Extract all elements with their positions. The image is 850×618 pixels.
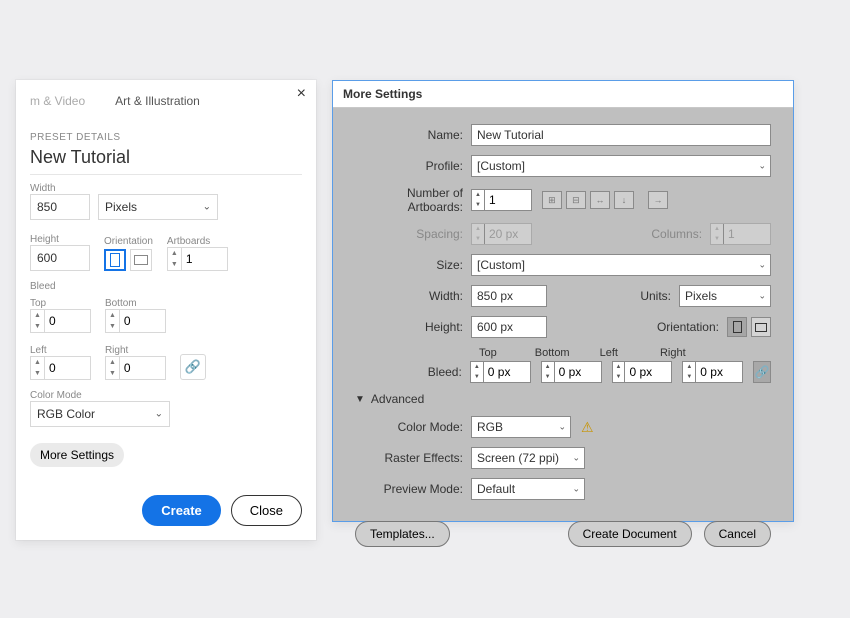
create-document-button[interactable]: Create Document xyxy=(568,521,692,547)
artboards-label: Artboards xyxy=(167,236,228,247)
grid-by-column-icon[interactable]: ⊟ xyxy=(566,191,586,209)
color-mode-select[interactable]: RGB Color ⌄ xyxy=(30,401,170,427)
chevron-down-icon: ⌄ xyxy=(572,484,580,495)
orientation-landscape-r[interactable] xyxy=(751,317,771,337)
bleed-left-label-r: Left xyxy=(600,347,618,359)
height-label-r: Height: xyxy=(355,320,471,334)
num-artboards-stepper[interactable]: ▲▼ xyxy=(471,189,532,211)
bleed-label: Bleed xyxy=(30,281,302,292)
new-document-panel: × m & Video Art & Illustration PRESET DE… xyxy=(16,80,316,540)
bleed-label-r: Bleed: xyxy=(355,365,470,379)
orientation-label: Orientation xyxy=(104,236,153,247)
bleed-bottom-r[interactable]: ▲▼ xyxy=(541,361,602,383)
chevron-down-icon: ⌄ xyxy=(758,291,766,302)
chevron-down-icon: ⌄ xyxy=(572,453,580,464)
category-tabs: m & Video Art & Illustration xyxy=(30,94,302,116)
bleed-right-stepper[interactable]: ▲▼ xyxy=(105,356,166,380)
size-label: Size: xyxy=(355,258,471,272)
link-bleed-r-icon[interactable]: 🔗 xyxy=(753,361,771,383)
width-input-r[interactable]: 850 px xyxy=(471,285,547,307)
grid-by-row-icon[interactable]: ⊞ xyxy=(542,191,562,209)
profile-select[interactable]: [Custom]⌄ xyxy=(471,155,771,177)
raster-select[interactable]: Screen (72 ppi)⌄ xyxy=(471,447,585,469)
units-select-r[interactable]: Pixels⌄ xyxy=(679,285,771,307)
preset-details-label: PRESET DETAILS xyxy=(30,132,302,143)
bleed-top-label: Top xyxy=(30,298,91,309)
warning-icon: ⚠ xyxy=(581,419,594,436)
triangle-down-icon: ▼ xyxy=(355,394,365,405)
num-artboards-label: Number of Artboards: xyxy=(355,186,471,214)
orientation-portrait-button[interactable] xyxy=(104,249,126,271)
orientation-label-r: Orientation: xyxy=(657,320,727,334)
width-label-r: Width: xyxy=(355,289,471,303)
bleed-bottom-stepper[interactable]: ▲▼ xyxy=(105,309,166,333)
height-input-r[interactable]: 600 px xyxy=(471,316,547,338)
create-button[interactable]: Create xyxy=(142,495,220,526)
bleed-left-label: Left xyxy=(30,345,91,356)
templates-button[interactable]: Templates... xyxy=(355,521,450,547)
bleed-right-r[interactable]: ▲▼ xyxy=(682,361,743,383)
more-settings-dialog: More Settings Name: New Tutorial Profile… xyxy=(332,80,794,522)
bleed-bottom-label: Bottom xyxy=(105,298,166,309)
orientation-landscape-button[interactable] xyxy=(130,249,152,271)
chevron-down-icon: ⌄ xyxy=(558,422,566,433)
bleed-right-label-r: Right xyxy=(660,347,686,359)
dialog-title: More Settings xyxy=(333,81,793,108)
units-select[interactable]: Pixels ⌄ xyxy=(98,194,218,220)
arrange-right-icon[interactable]: ↔ xyxy=(590,191,610,209)
link-bleed-icon[interactable]: 🔗 xyxy=(180,354,206,380)
height-label: Height xyxy=(30,234,90,245)
bleed-bottom-label-r: Bottom xyxy=(535,347,570,359)
bleed-top-r[interactable]: ▲▼ xyxy=(470,361,531,383)
profile-label: Profile: xyxy=(355,159,471,173)
advanced-label: Advanced xyxy=(371,392,424,406)
document-name[interactable]: New Tutorial xyxy=(30,147,302,175)
color-mode-value: RGB Color xyxy=(37,407,95,421)
chevron-down-icon: ⌄ xyxy=(203,202,211,213)
bleed-left-stepper[interactable]: ▲▼ xyxy=(30,356,91,380)
columns-label: Columns: xyxy=(651,227,710,241)
bleed-left-r[interactable]: ▲▼ xyxy=(612,361,673,383)
more-settings-button[interactable]: More Settings xyxy=(30,443,124,467)
preview-label: Preview Mode: xyxy=(355,482,471,496)
name-label: Name: xyxy=(355,128,471,142)
spacing-stepper: ▲▼ xyxy=(471,223,532,245)
bleed-top-stepper[interactable]: ▲▼ xyxy=(30,309,91,333)
raster-label: Raster Effects: xyxy=(355,451,471,465)
width-input[interactable]: 850 xyxy=(30,194,90,220)
close-button[interactable]: Close xyxy=(231,495,302,526)
tab-art-illustration[interactable]: Art & Illustration xyxy=(115,94,200,108)
size-select[interactable]: [Custom]⌄ xyxy=(471,254,771,276)
name-input[interactable]: New Tutorial xyxy=(471,124,771,146)
close-icon[interactable]: × xyxy=(297,86,306,102)
tab-film-video[interactable]: m & Video xyxy=(30,94,85,108)
color-mode-label-r: Color Mode: xyxy=(355,420,471,434)
advanced-toggle[interactable]: ▼ Advanced xyxy=(355,392,771,406)
orientation-portrait-r[interactable] xyxy=(727,317,747,337)
spacing-label: Spacing: xyxy=(355,227,471,241)
columns-stepper: ▲▼ xyxy=(710,223,771,245)
color-mode-select-r[interactable]: RGB⌄ xyxy=(471,416,571,438)
height-input[interactable]: 600 xyxy=(30,245,90,271)
arrange-down-icon[interactable]: ↓ xyxy=(614,191,634,209)
artboards-stepper[interactable]: ▲▼ xyxy=(167,247,228,271)
chevron-down-icon: ⌄ xyxy=(758,161,766,172)
units-value: Pixels xyxy=(105,200,137,214)
preview-select[interactable]: Default⌄ xyxy=(471,478,585,500)
cancel-button[interactable]: Cancel xyxy=(704,521,771,547)
units-label-r: Units: xyxy=(640,289,679,303)
chevron-down-icon: ⌄ xyxy=(758,260,766,271)
bleed-right-label: Right xyxy=(105,345,166,356)
bleed-top-label-r: Top xyxy=(479,347,497,359)
color-mode-label: Color Mode xyxy=(30,390,302,401)
arrange-rtl-icon[interactable]: → xyxy=(648,191,668,209)
width-label: Width xyxy=(30,183,302,194)
chevron-down-icon: ⌄ xyxy=(155,409,163,420)
